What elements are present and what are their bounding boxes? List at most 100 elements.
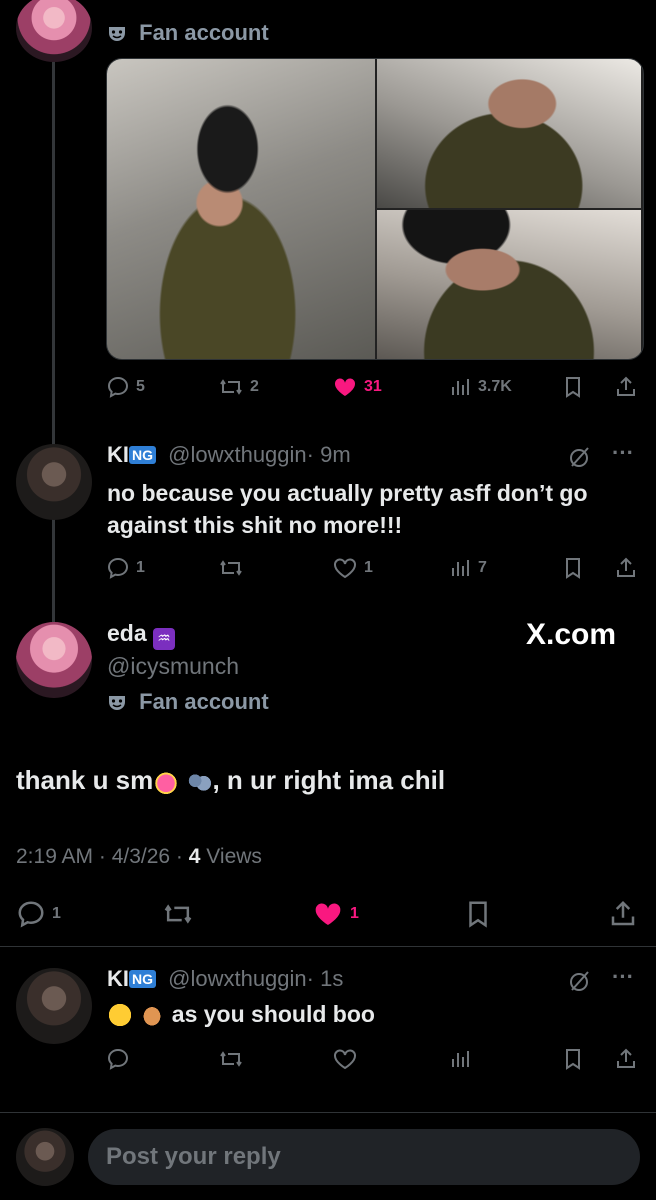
like-button[interactable]: 1 — [332, 556, 373, 580]
share-icon — [617, 1048, 635, 1068]
reply-count: 1 — [52, 905, 61, 922]
display-name[interactable]: KI — [107, 442, 129, 467]
reply-button[interactable]: 1 — [106, 556, 145, 580]
share-button[interactable] — [614, 556, 638, 580]
heart-icon — [334, 1049, 356, 1070]
heart-hands-emoji — [139, 1002, 166, 1028]
ng-badge: NG — [129, 446, 156, 464]
fan-account-text: Fan account — [139, 20, 269, 45]
xcom-watermark: X.com — [526, 618, 617, 651]
tweet-text: thank u sm , n ur right ima chil — [16, 765, 445, 796]
thread-line — [52, 62, 55, 622]
handle[interactable]: @lowxthuggin — [168, 442, 307, 467]
bookmark-icon — [566, 377, 580, 398]
avatar[interactable] — [16, 968, 92, 1044]
views-count: 7 — [478, 559, 487, 576]
theater-mask-icon — [109, 27, 125, 41]
bookmark-button[interactable] — [562, 1047, 584, 1071]
views-button[interactable] — [450, 1047, 472, 1071]
tweet-actions: 5 2 31 3.7K — [106, 372, 642, 402]
no-reply-icon-wrap — [566, 444, 594, 475]
repost-icon — [220, 560, 242, 576]
reply-actions: 1 1 7 — [106, 553, 642, 583]
main-actions: 1 1 — [16, 898, 640, 930]
avatar[interactable] — [16, 0, 92, 62]
like-count: 31 — [364, 378, 382, 395]
like-button[interactable] — [332, 1047, 358, 1071]
views-label: Views — [200, 845, 262, 868]
author-handle[interactable]: @icysmunch — [107, 653, 239, 680]
reply-count: 1 — [136, 559, 145, 576]
people-emoji — [186, 769, 213, 795]
bookmark-icon — [566, 1049, 580, 1070]
bookmark-icon — [566, 558, 580, 579]
bookmark-icon — [469, 901, 487, 928]
repost-button[interactable] — [162, 899, 194, 929]
repost-button[interactable]: 2 — [218, 375, 259, 399]
reply-actions — [106, 1044, 642, 1074]
timestamp: · 9m — [306, 442, 351, 467]
like-count: 1 — [364, 559, 373, 576]
share-icon — [611, 900, 635, 926]
like-count: 1 — [350, 905, 359, 922]
author-name: eda ♒ — [107, 620, 176, 650]
more-options-icon[interactable]: ··· — [612, 964, 634, 990]
bookmark-button[interactable] — [562, 375, 584, 399]
views-icon — [452, 560, 469, 576]
fan-account-text: Fan account — [139, 689, 269, 714]
like-button[interactable]: 31 — [332, 375, 382, 399]
share-icon — [617, 557, 635, 577]
more-options-icon[interactable]: ··· — [612, 440, 634, 466]
share-button[interactable] — [614, 375, 638, 399]
fan-account-label: Fan account — [107, 689, 269, 715]
avatar[interactable] — [16, 444, 92, 520]
repost-button[interactable] — [218, 1047, 244, 1071]
heart-icon — [334, 558, 356, 579]
reply-button[interactable]: 1 — [16, 899, 61, 929]
tweet-text-part1: thank u sm — [16, 765, 154, 795]
kiss-emoji — [107, 1002, 133, 1028]
views-button[interactable]: 3.7K — [450, 375, 512, 399]
media-grid[interactable] — [106, 58, 644, 360]
photo-2[interactable] — [377, 59, 641, 208]
views-icon — [452, 1051, 469, 1067]
like-button[interactable]: 1 — [312, 899, 359, 929]
display-name[interactable]: KI — [107, 966, 129, 991]
bookmark-button[interactable] — [562, 556, 584, 580]
share-icon — [617, 376, 635, 396]
repost-icon — [220, 1051, 242, 1067]
views-button[interactable]: 7 — [450, 556, 487, 580]
share-button[interactable] — [608, 899, 638, 929]
reply-header: KI NG @lowxthuggin· 9m — [107, 442, 351, 468]
sparkling-heart-emoji — [153, 769, 180, 795]
reply-input[interactable]: Post your reply — [88, 1129, 640, 1185]
reply-placeholder: Post your reply — [106, 1143, 281, 1170]
avatar[interactable] — [16, 622, 92, 698]
tweet-meta: 2:19 AM · 4/3/26 · 4 Views — [16, 845, 262, 869]
views-count: 3.7K — [478, 378, 512, 395]
hidden-reply-icon — [570, 971, 589, 991]
reply-text: no because you actually pretty asff don’… — [107, 480, 588, 538]
photo-1[interactable] — [107, 59, 375, 359]
reply-button[interactable]: 5 — [106, 375, 145, 399]
tweet-text-part2: , n ur right ima chil — [212, 765, 446, 795]
views-icon — [452, 379, 469, 395]
display-name[interactable]: eda — [107, 620, 147, 646]
handle[interactable]: @lowxthuggin — [168, 966, 307, 991]
photo-3[interactable] — [377, 210, 641, 359]
aquarius-emoji: ♒ — [153, 628, 176, 650]
share-button[interactable] — [614, 1047, 638, 1071]
avatar — [16, 1128, 74, 1186]
reply-button[interactable] — [106, 1047, 130, 1071]
repost-count: 2 — [250, 378, 259, 395]
repost-button[interactable] — [218, 556, 244, 580]
bookmark-button[interactable] — [464, 899, 492, 929]
reply-icon — [107, 557, 129, 579]
repost-icon — [220, 379, 242, 395]
reply-icon — [18, 901, 44, 928]
timestamp[interactable]: 2:19 AM · 4/3/26 · — [16, 845, 189, 868]
reply-icon — [107, 1048, 129, 1070]
theater-mask-icon — [109, 696, 125, 710]
divider — [0, 1112, 656, 1113]
hidden-reply-icon — [570, 447, 589, 467]
